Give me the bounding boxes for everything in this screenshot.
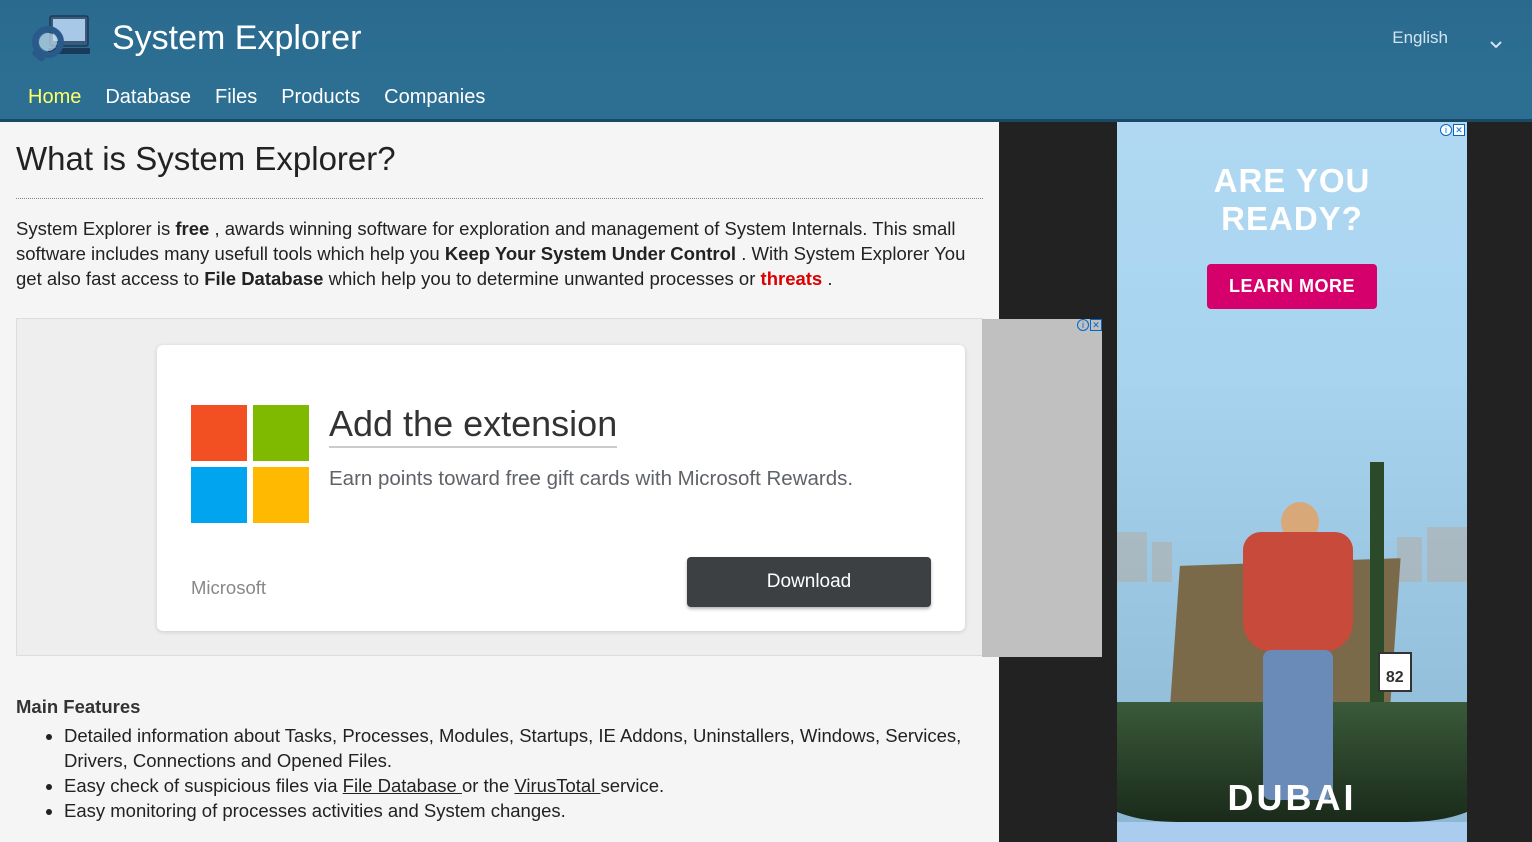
ad-gray-strip: i ✕ [982, 319, 1102, 657]
intro-free: free [175, 218, 209, 239]
microsoft-logo-icon [191, 405, 309, 523]
sidebar-ad[interactable]: i ✕ ARE YOUREADY? LEARN MORE 82 [1117, 122, 1467, 822]
inline-ad-container: i ✕ Add the extension Earn points toward… [16, 318, 983, 656]
language-selector[interactable]: English [1392, 28, 1502, 48]
sidebar-ad-badge[interactable]: i ✕ [1440, 124, 1465, 136]
sidebar-column: i ✕ ARE YOUREADY? LEARN MORE 82 [1117, 122, 1467, 842]
ad-subtext: Earn points toward free gift cards with … [329, 467, 853, 491]
ad-card[interactable]: Add the extension Earn points toward fre… [157, 345, 965, 631]
main-nav: Home Database Files Products Companies [0, 76, 1532, 122]
nav-products[interactable]: Products [281, 86, 360, 109]
feature-item: Detailed information about Tasks, Proces… [64, 724, 983, 774]
logo-area: System Explorer [28, 8, 361, 68]
person-figure [1243, 532, 1353, 772]
ad-close-icon[interactable]: ✕ [1090, 319, 1102, 331]
intro-keep: Keep Your System Under Control [445, 243, 736, 264]
nav-home[interactable]: Home [28, 86, 81, 109]
intro-text-e: . [822, 268, 832, 289]
sidebar-ad-title: ARE YOUREADY? [1117, 162, 1467, 238]
features-heading: Main Features [16, 696, 983, 718]
content-wrap: What is System Explorer? System Explorer… [0, 122, 1532, 842]
feature-item: Easy monitoring of processes activities … [64, 799, 983, 824]
ad-headline: Add the extension [329, 403, 617, 445]
ad-close-icon[interactable]: ✕ [1453, 124, 1465, 136]
nav-database[interactable]: Database [105, 86, 191, 109]
chevron-down-icon [1490, 34, 1502, 42]
page-heading: What is System Explorer? [16, 140, 983, 178]
language-label: English [1392, 28, 1448, 48]
file-database-link[interactable]: File Database [343, 775, 462, 796]
main-column: What is System Explorer? System Explorer… [0, 122, 999, 842]
feature-item: Easy check of suspicious files via File … [64, 774, 983, 799]
site-logo-icon[interactable] [28, 8, 92, 68]
intro-db: File Database [204, 268, 323, 289]
ad-info-icon[interactable]: i [1077, 319, 1089, 331]
dubai-logo: DUBAI [1117, 777, 1467, 819]
ad-info-badge[interactable]: i ✕ [1077, 319, 1102, 331]
ad-download-button[interactable]: Download [687, 557, 931, 607]
intro-text-d: which help you to determine unwanted pro… [323, 268, 760, 289]
ad-info-icon[interactable]: i [1440, 124, 1452, 136]
sidebar-ad-scene: 82 [1117, 332, 1467, 822]
sidebar-ad-button[interactable]: LEARN MORE [1207, 264, 1377, 309]
intro-text-a: System Explorer is [16, 218, 175, 239]
virustotal-link[interactable]: VirusTotal [514, 775, 600, 796]
ad-brand: Microsoft [191, 577, 266, 599]
divider [16, 198, 983, 199]
nav-companies[interactable]: Companies [384, 86, 485, 109]
intro-paragraph: System Explorer is free , awards winning… [16, 217, 983, 292]
site-title: System Explorer [112, 19, 361, 58]
feature-list: Detailed information about Tasks, Proces… [16, 724, 983, 824]
sign-82: 82 [1378, 652, 1412, 692]
nav-files[interactable]: Files [215, 86, 257, 109]
threats-link[interactable]: threats [761, 268, 823, 289]
header-bar: System Explorer English [0, 0, 1532, 76]
